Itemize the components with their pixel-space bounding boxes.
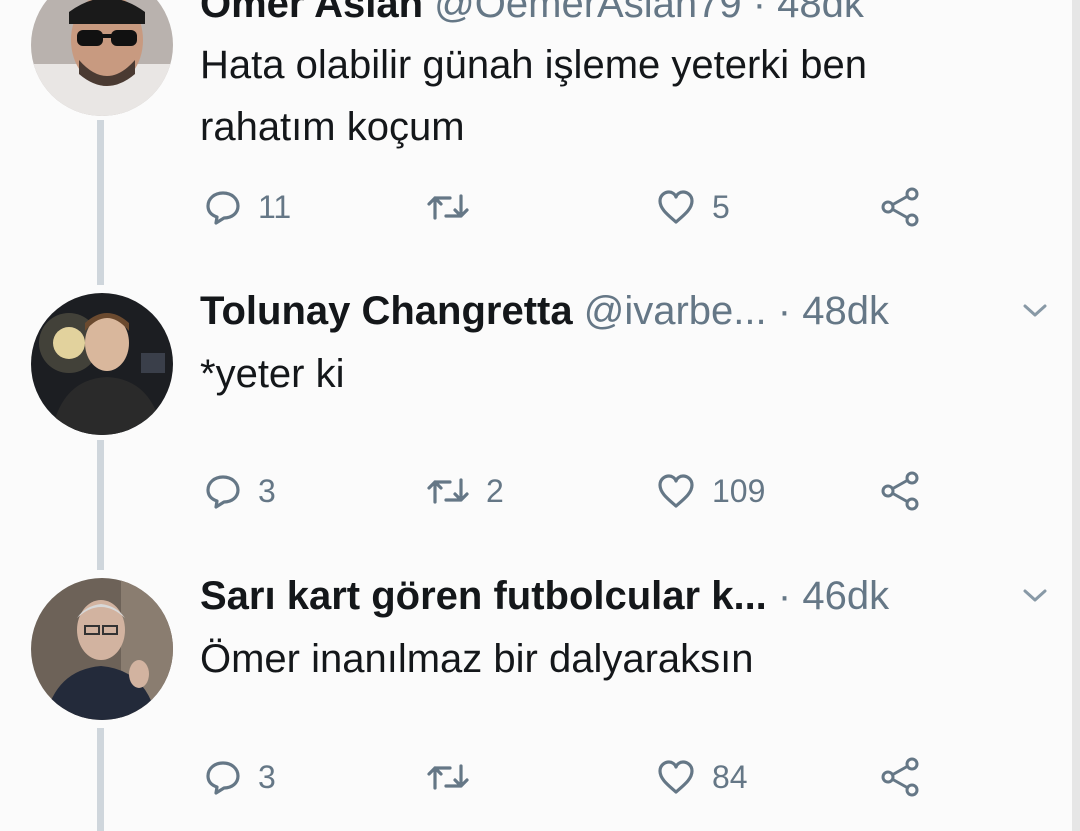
reply-icon — [204, 758, 242, 796]
tweet-text: Ömer inanılmaz bir dalyaraksın — [200, 628, 754, 690]
avatar[interactable] — [31, 0, 173, 116]
reply-icon — [204, 188, 242, 226]
like-count: 5 — [712, 188, 730, 225]
tweet[interactable]: Ömer Aslan @OemerAslan79 · 48dk Hata ola… — [0, 0, 1080, 285]
user-handle[interactable]: @OemerAslan79 — [434, 0, 741, 26]
separator-dot: · — [777, 289, 792, 333]
tweet-text-line: *yeter ki — [200, 352, 345, 396]
retweet-icon — [426, 760, 470, 794]
tweet-text: Hata olabilir günah işleme yeterki ben r… — [200, 34, 867, 158]
share-icon — [880, 471, 922, 511]
reply-button[interactable]: 3 — [204, 752, 276, 802]
heart-icon — [656, 758, 696, 796]
like-button[interactable]: 84 — [656, 752, 748, 802]
share-icon — [880, 757, 922, 797]
tweet-actions: 3 2 109 — [200, 466, 960, 516]
retweet-icon — [426, 474, 470, 508]
heart-icon — [656, 188, 696, 226]
chevron-down-icon[interactable] — [1020, 301, 1050, 321]
tweet-actions: 11 5 — [200, 182, 960, 232]
chevron-down-icon[interactable] — [1020, 586, 1050, 606]
tweet[interactable]: Sarı kart gören futbolcular k... · 46dk … — [0, 570, 1080, 831]
separator-dot: · — [752, 0, 767, 26]
separator-dot: · — [777, 574, 792, 618]
like-count: 109 — [712, 472, 766, 509]
tweet[interactable]: Tolunay Changretta @ivarbe... · 48dk *ye… — [0, 285, 1080, 570]
reply-button[interactable]: 3 — [204, 466, 276, 516]
retweet-button[interactable]: 2 — [426, 466, 504, 516]
retweet-icon — [426, 190, 470, 224]
like-count: 84 — [712, 758, 748, 795]
like-button[interactable]: 5 — [656, 182, 730, 232]
share-button[interactable] — [880, 752, 922, 802]
display-name[interactable]: Sarı kart gören futbolcular k... — [200, 574, 767, 618]
tweet-text: *yeter ki — [200, 343, 345, 405]
share-button[interactable] — [880, 182, 922, 232]
reply-count: 3 — [258, 758, 276, 795]
reply-count: 11 — [258, 188, 292, 225]
tweet-text-line: rahatım koçum — [200, 105, 465, 149]
share-icon — [880, 187, 922, 227]
display-name[interactable]: Tolunay Changretta — [200, 289, 573, 333]
like-button[interactable]: 109 — [656, 466, 765, 516]
tweet-header: Sarı kart gören futbolcular k... · 46dk — [200, 572, 889, 620]
timestamp[interactable]: 48dk — [777, 0, 864, 26]
tweet-header: Ömer Aslan @OemerAslan79 · 48dk — [200, 0, 864, 28]
timestamp[interactable]: 48dk — [802, 289, 889, 333]
avatar[interactable] — [31, 578, 173, 720]
tweet-thread: Ömer Aslan @OemerAslan79 · 48dk Hata ola… — [0, 0, 1080, 831]
reply-button[interactable]: 11 — [204, 182, 291, 232]
tweet-text-line: Hata olabilir günah işleme yeterki ben — [200, 43, 868, 87]
avatar[interactable] — [31, 293, 173, 435]
retweet-count: 2 — [486, 472, 504, 509]
retweet-button[interactable] — [426, 182, 486, 232]
screen-edge — [1072, 0, 1080, 831]
heart-icon — [656, 472, 696, 510]
user-handle[interactable]: @ivarbe... — [584, 289, 767, 333]
reply-icon — [204, 472, 242, 510]
tweet-actions: 3 84 — [200, 752, 960, 802]
timestamp[interactable]: 46dk — [802, 574, 889, 618]
display-name[interactable]: Ömer Aslan — [200, 0, 423, 26]
share-button[interactable] — [880, 466, 922, 516]
tweet-header: Tolunay Changretta @ivarbe... · 48dk — [200, 287, 889, 335]
retweet-button[interactable] — [426, 752, 486, 802]
tweet-text-line: Ömer inanılmaz bir dalyaraksın — [200, 637, 754, 681]
reply-count: 3 — [258, 472, 276, 509]
